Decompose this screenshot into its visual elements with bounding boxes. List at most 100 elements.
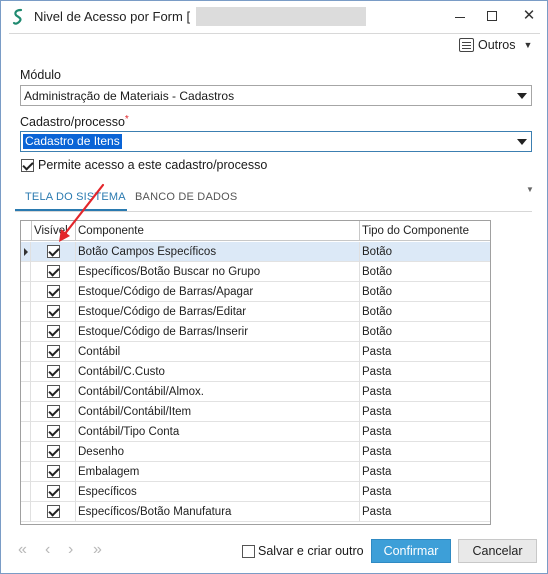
row-indicator	[21, 442, 31, 462]
tab-overflow-icon[interactable]: ▼	[526, 185, 534, 194]
componente-cell: Embalagem	[76, 462, 360, 482]
window-title: Nivel de Acesso por Form [	[34, 9, 191, 24]
table-row[interactable]: Específicos/Botão Buscar no Grupo Botão	[21, 262, 490, 282]
row-indicator	[21, 502, 31, 522]
grid-header-visivel[interactable]: Visível	[32, 221, 76, 241]
table-row[interactable]: Embalagem Pasta	[21, 462, 490, 482]
table-row[interactable]: Estoque/Código de Barras/Apagar Botão	[21, 282, 490, 302]
cadastro-label: Cadastro/processo*	[20, 114, 129, 129]
componente-cell: Estoque/Código de Barras/Inserir	[76, 322, 360, 342]
tipo-cell: Pasta	[362, 426, 392, 438]
table-row[interactable]: Botão Campos Específicos Botão	[21, 242, 490, 262]
visivel-checkbox[interactable]	[47, 465, 60, 478]
modulo-value: Administração de Materiais - Cadastros	[24, 89, 235, 103]
cadastro-select[interactable]: Cadastro de Itens	[20, 131, 532, 152]
tipo-cell: Botão	[362, 286, 393, 298]
tab-banco-de-dados[interactable]: BANCO DE DADOS	[135, 191, 237, 203]
visivel-checkbox[interactable]	[47, 425, 60, 438]
table-row[interactable]: Contábil/Contábil/Item Pasta	[21, 402, 490, 422]
table-row[interactable]: Estoque/Código de Barras/Inserir Botão	[21, 322, 490, 342]
modulo-select[interactable]: Administração de Materiais - Cadastros	[20, 85, 532, 106]
componente-cell: Contábil	[76, 342, 360, 362]
tab-tela-do-sistema[interactable]: TELA DO SISTEMA	[25, 191, 126, 203]
current-row-icon	[24, 248, 28, 256]
modulo-label: Módulo	[20, 68, 61, 82]
visivel-checkbox[interactable]	[47, 405, 60, 418]
visivel-checkbox[interactable]	[47, 445, 60, 458]
table-row[interactable]: Estoque/Código de Barras/Editar Botão	[21, 302, 490, 322]
salvar-criar-outro-checkbox[interactable]	[242, 545, 255, 558]
componente-cell: Específicos	[76, 482, 360, 502]
tipo-cell: Botão	[362, 306, 393, 318]
minimize-button[interactable]	[447, 4, 473, 28]
table-row[interactable]: Contábil/C.Custo Pasta	[21, 362, 490, 382]
row-indicator	[21, 302, 31, 322]
row-indicator	[21, 342, 31, 362]
first-record-button[interactable]: «	[18, 541, 27, 559]
componente-cell: Específicos/Botão Manufatura	[76, 502, 360, 522]
tipo-cell: Botão	[362, 326, 393, 338]
visivel-checkbox[interactable]	[47, 245, 60, 258]
title-bar: Nivel de Acesso por Form [ ✕	[1, 1, 547, 33]
close-button[interactable]: ✕	[512, 4, 546, 28]
tipo-cell: Pasta	[362, 406, 392, 418]
visivel-checkbox[interactable]	[47, 345, 60, 358]
grid-header-tipo[interactable]: Tipo do Componente	[360, 221, 490, 241]
list-icon	[459, 38, 474, 52]
visivel-checkbox[interactable]	[47, 265, 60, 278]
visivel-checkbox[interactable]	[47, 385, 60, 398]
outros-menu-button[interactable]: Outros ▼	[459, 35, 532, 55]
cancel-button[interactable]: Cancelar	[458, 539, 537, 563]
maximize-icon	[487, 11, 497, 21]
cadastro-value: Cadastro de Itens	[23, 134, 122, 149]
row-indicator	[21, 282, 31, 302]
visivel-checkbox[interactable]	[47, 325, 60, 338]
componentes-grid[interactable]: Visível Componente Tipo do Componente Bo…	[20, 220, 491, 525]
dropdown-arrow-icon	[517, 93, 527, 99]
tipo-cell: Pasta	[362, 366, 392, 378]
confirm-button[interactable]: Confirmar	[371, 539, 451, 563]
visivel-checkbox[interactable]	[47, 365, 60, 378]
required-marker: *	[124, 114, 129, 125]
visivel-checkbox[interactable]	[47, 285, 60, 298]
tipo-cell: Pasta	[362, 446, 392, 458]
row-indicator	[21, 382, 31, 402]
row-indicator	[21, 262, 31, 282]
table-row[interactable]: Específicos Pasta	[21, 482, 490, 502]
last-record-button[interactable]: »	[93, 541, 102, 559]
visivel-checkbox[interactable]	[47, 305, 60, 318]
tipo-cell: Pasta	[362, 346, 392, 358]
tipo-cell: Botão	[362, 246, 393, 258]
outros-label: Outros	[478, 38, 516, 52]
table-row[interactable]: Específicos/Botão Manufatura Pasta	[21, 502, 490, 522]
title-separator	[9, 33, 540, 34]
close-icon: ✕	[522, 7, 536, 24]
permite-acesso-label: Permite acesso a este cadastro/processo	[38, 158, 268, 172]
row-indicator	[21, 462, 31, 482]
permite-acesso-checkbox[interactable]	[21, 159, 34, 172]
componente-cell: Desenho	[76, 442, 360, 462]
dropdown-arrow-icon	[517, 139, 527, 145]
tipo-cell: Pasta	[362, 386, 392, 398]
chevron-down-icon: ▼	[523, 40, 533, 50]
table-row[interactable]: Contábil Pasta	[21, 342, 490, 362]
visivel-checkbox[interactable]	[47, 505, 60, 518]
tipo-cell: Pasta	[362, 486, 392, 498]
componente-cell: Botão Campos Específicos	[76, 242, 360, 262]
grid-header: Visível Componente Tipo do Componente	[21, 221, 490, 241]
maximize-button[interactable]	[479, 4, 505, 28]
table-row[interactable]: Contábil/Contábil/Almox. Pasta	[21, 382, 490, 402]
row-indicator	[21, 482, 31, 502]
row-indicator	[21, 402, 31, 422]
table-row[interactable]: Contábil/Tipo Conta Pasta	[21, 422, 490, 442]
grid-header-componente[interactable]: Componente	[76, 221, 360, 241]
componente-cell: Estoque/Código de Barras/Apagar	[76, 282, 360, 302]
previous-record-button[interactable]: ‹	[45, 541, 50, 559]
visivel-checkbox[interactable]	[47, 485, 60, 498]
next-record-button[interactable]: ›	[68, 541, 73, 559]
tipo-cell: Pasta	[362, 466, 392, 478]
app-logo-icon	[12, 8, 23, 25]
table-row[interactable]: Desenho Pasta	[21, 442, 490, 462]
cadastro-label-text: Cadastro/processo	[20, 115, 125, 129]
componente-cell: Estoque/Código de Barras/Editar	[76, 302, 360, 322]
